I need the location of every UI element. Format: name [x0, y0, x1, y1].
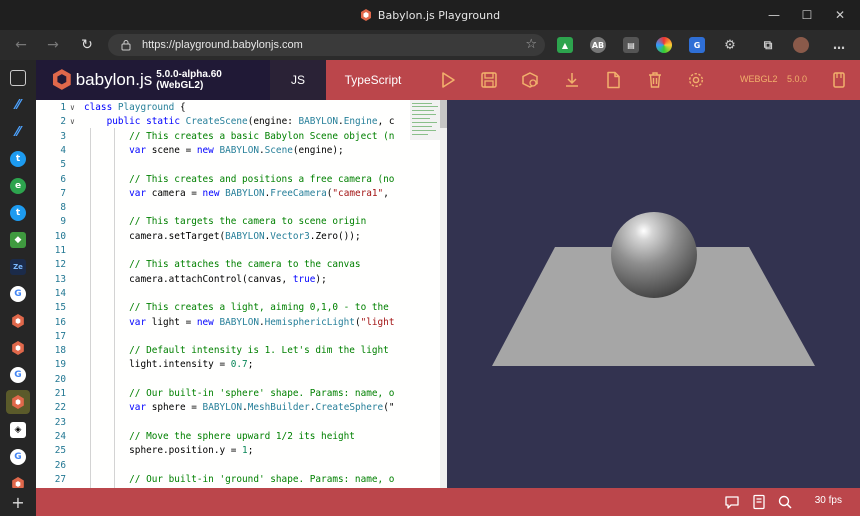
sphere-mesh — [611, 212, 697, 298]
profile-avatar[interactable] — [793, 37, 809, 53]
fps-counter: 30 fps — [814, 495, 842, 506]
fold-icon[interactable]: ∨ — [70, 115, 75, 129]
favorite-star-icon[interactable]: ☆ — [525, 37, 537, 52]
extension-green-icon[interactable]: ▲ — [557, 37, 573, 53]
window-title: Babylon.js Playground — [0, 0, 860, 30]
minimize-button[interactable]: — — [757, 0, 791, 30]
twitter-icon[interactable]: t — [10, 151, 26, 167]
address-bar[interactable]: https://playground.babylonjs.com ☆ — [108, 34, 545, 56]
playground-logo: babylon.js 5.0.0-alpha.60 (WebGL2) — [36, 60, 270, 100]
search-icon[interactable] — [777, 494, 793, 510]
feedback-icon[interactable] — [724, 494, 740, 510]
editor-scrollbar[interactable] — [440, 100, 447, 488]
codepen-icon[interactable]: ◈ — [10, 422, 26, 438]
babylon-icon-active[interactable] — [6, 390, 30, 414]
browser-toolbar: ← → ↻ https://playground.babylonjs.com ☆… — [0, 30, 860, 60]
back-button[interactable]: ← — [10, 35, 32, 55]
ze-icon[interactable]: Ze — [10, 259, 26, 275]
adblock-icon[interactable]: AB — [590, 37, 606, 53]
refresh-button[interactable]: ↻ — [76, 35, 98, 55]
download-icon[interactable] — [563, 71, 581, 89]
add-sidebar-button[interactable]: + — [0, 488, 36, 516]
scene-view — [492, 212, 815, 366]
render-canvas[interactable] — [447, 100, 860, 488]
extensions-puzzle-icon[interactable]: ⚙ — [722, 37, 738, 53]
site-icon-1[interactable]: ⁄⁄ — [10, 97, 26, 113]
collections-icon[interactable]: ⧉ — [760, 37, 776, 53]
forward-button[interactable]: → — [42, 35, 64, 55]
babylon-icon — [360, 9, 371, 21]
run-icon[interactable] — [439, 71, 457, 89]
babylon-icon[interactable] — [10, 313, 26, 329]
browser-sidebar: ⁄⁄ ⁄⁄ t e t ◆ Ze G G ◈ G — [0, 60, 36, 516]
translate-icon[interactable]: G — [689, 37, 705, 53]
new-file-icon[interactable] — [604, 71, 622, 89]
engine-version-label[interactable]: 5.0.0 — [787, 74, 807, 84]
settings-icon[interactable] — [687, 71, 705, 89]
scrollbar-thumb[interactable] — [440, 100, 447, 128]
close-button[interactable]: ✕ — [823, 0, 857, 30]
fold-icon[interactable]: ∨ — [70, 101, 75, 115]
color-extension-icon[interactable] — [656, 37, 672, 53]
tab-js[interactable]: JS — [270, 60, 326, 100]
twitter-icon-2[interactable]: t — [10, 205, 26, 221]
examples-icon[interactable] — [830, 71, 848, 89]
google-icon-3[interactable]: G — [10, 449, 26, 465]
window-titlebar: Babylon.js Playground — ☐ ✕ — [0, 0, 860, 30]
tab-typescript[interactable]: TypeScript — [326, 60, 420, 100]
green-icon[interactable]: e — [10, 178, 26, 194]
google-icon[interactable]: G — [10, 286, 26, 302]
docs-icon[interactable] — [751, 494, 767, 510]
save-icon[interactable] — [480, 71, 498, 89]
maximize-button[interactable]: ☐ — [790, 0, 824, 30]
lock-icon — [121, 40, 131, 51]
playground-header: babylon.js 5.0.0-alpha.60 (WebGL2) JS Ty… — [36, 60, 860, 100]
site-icon-2[interactable]: ⁄⁄ — [10, 124, 26, 140]
cube-icon[interactable]: ◆ — [10, 232, 26, 248]
code-editor[interactable]: 1 ∨ class Playground { 2 ∨ public static Cr… — [36, 100, 447, 488]
brand-name: babylon.js — [75, 70, 153, 89]
webgl-label[interactable]: WEBGL2 — [740, 74, 778, 84]
playground-footer: 30 fps — [36, 488, 860, 516]
extension-grey-icon[interactable]: ▤ — [623, 37, 639, 53]
babylon-icon-2[interactable] — [10, 340, 26, 356]
google-icon-2[interactable]: G — [10, 367, 26, 383]
version-label: 5.0.0-alpha.60 (WebGL2) — [156, 69, 222, 91]
url-text: https://playground.babylonjs.com — [142, 39, 303, 51]
inspector-icon[interactable] — [521, 71, 539, 89]
babylon-logo-icon — [52, 69, 71, 90]
more-menu-icon[interactable]: … — [831, 37, 847, 53]
clear-icon[interactable] — [646, 71, 664, 89]
window-title-text: Babylon.js Playground — [377, 8, 501, 22]
tabs-icon[interactable] — [10, 70, 26, 86]
